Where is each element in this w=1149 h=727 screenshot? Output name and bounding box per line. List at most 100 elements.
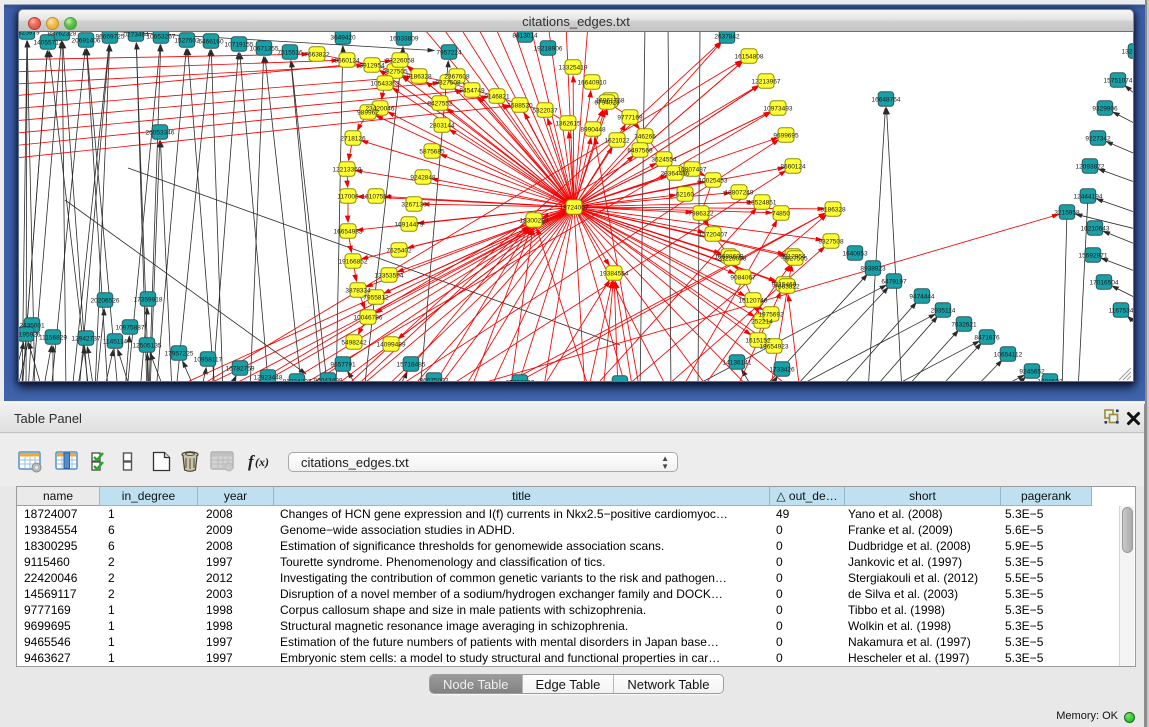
svg-text:16107554: 16107554 (362, 194, 391, 201)
svg-text:10973493: 10973493 (764, 106, 793, 113)
svg-text:3267130: 3267130 (401, 202, 427, 209)
svg-text:3878334: 3878334 (345, 288, 371, 295)
svg-text:746266: 746266 (634, 134, 656, 141)
svg-text:13237964: 13237964 (1122, 49, 1133, 56)
svg-text:9827505: 9827505 (782, 256, 808, 263)
svg-text:16782759: 16782759 (226, 366, 255, 373)
svg-text:19166852: 19166852 (339, 259, 368, 266)
svg-text:(x): (x) (255, 455, 269, 469)
svg-text:9227342: 9227342 (1085, 136, 1111, 143)
svg-text:17016504: 17016504 (1090, 280, 1119, 287)
svg-text:96043498: 96043498 (314, 378, 343, 383)
svg-text:1640953: 1640953 (842, 251, 868, 258)
svg-text:1621022: 1621022 (604, 138, 630, 145)
svg-text:6794028: 6794028 (594, 100, 620, 107)
svg-text:10543362: 10543362 (371, 81, 400, 88)
svg-text:7663822: 7663822 (304, 52, 330, 59)
svg-text:7955812: 7955812 (363, 295, 389, 302)
svg-text:15716485: 15716485 (397, 362, 426, 369)
svg-text:3912954: 3912954 (359, 63, 385, 70)
svg-text:26053346: 26053346 (146, 130, 175, 137)
svg-text:15751074: 15751074 (1104, 78, 1133, 85)
svg-text:8186328: 8186328 (406, 74, 432, 81)
svg-text:5875685: 5875685 (419, 149, 445, 156)
svg-text:23226058: 23226058 (386, 58, 415, 65)
svg-text:12444194: 12444194 (1074, 194, 1103, 201)
svg-text:8471676: 8471676 (974, 335, 1000, 342)
svg-text:9146821: 9146821 (484, 94, 510, 101)
svg-text:3215958: 3215958 (1054, 210, 1080, 217)
svg-text:16640910: 16640910 (578, 80, 607, 87)
svg-text:14136141: 14136141 (723, 360, 752, 367)
svg-text:1733426: 1733426 (769, 367, 795, 374)
svg-text:989962: 989962 (357, 110, 379, 117)
svg-text:0273464: 0273464 (123, 32, 149, 39)
svg-text:6497568: 6497568 (627, 148, 653, 155)
svg-text:10671355: 10671355 (250, 46, 279, 53)
svg-text:1527602: 1527602 (174, 38, 200, 45)
svg-text:13353594: 13353594 (375, 273, 404, 280)
svg-text:74850: 74850 (772, 211, 790, 218)
svg-text:7663822: 7663822 (774, 284, 800, 291)
svg-text:9242848: 9242848 (410, 175, 436, 182)
svg-text:15692971: 15692971 (1079, 253, 1108, 260)
svg-text:17359918: 17359918 (134, 297, 163, 304)
svg-text:252214: 252214 (751, 319, 773, 326)
svg-text:19218906: 19218906 (534, 46, 563, 53)
svg-text:60575667: 60575667 (606, 381, 635, 383)
svg-text:12505135: 12505135 (133, 343, 162, 350)
svg-text:16654983: 16654983 (334, 229, 363, 236)
svg-text:20206526: 20206526 (91, 298, 120, 305)
svg-text:3624554: 3624554 (651, 157, 677, 164)
svg-text:62160: 62160 (676, 192, 694, 199)
svg-text:8990448: 8990448 (580, 127, 606, 134)
svg-text:1167534: 1167534 (1109, 308, 1133, 315)
svg-text:14055712: 14055712 (34, 40, 63, 47)
svg-text:12923448: 12923448 (254, 375, 283, 382)
svg-text:5322037: 5322037 (532, 108, 558, 115)
svg-text:9245652: 9245652 (1019, 369, 1045, 376)
svg-text:5498242: 5498242 (341, 340, 367, 347)
svg-text:16648764: 16648764 (872, 97, 901, 104)
svg-text:7515536: 7515536 (277, 50, 303, 57)
svg-text:14099489: 14099489 (377, 342, 406, 349)
svg-text:10807487: 10807487 (678, 167, 707, 174)
svg-text:3649420: 3649420 (330, 35, 356, 42)
svg-text:2435001: 2435001 (19, 323, 45, 330)
svg-text:10975887: 10975887 (116, 325, 145, 332)
svg-text:12942737: 12942737 (72, 336, 101, 343)
svg-text:12213967: 12213967 (752, 79, 781, 86)
svg-text:1975692: 1975692 (758, 312, 784, 319)
svg-text:2935114: 2935114 (931, 308, 956, 315)
svg-text:12093872: 12093872 (1076, 164, 1105, 171)
svg-text:9657791: 9657791 (330, 362, 356, 369)
svg-text:9825979: 9825979 (19, 32, 40, 37)
svg-text:23226058: 23226058 (718, 256, 747, 263)
svg-text:2367608: 2367608 (444, 74, 470, 81)
svg-text:45195926: 45195926 (19, 332, 41, 339)
svg-text:16033809: 16033809 (390, 36, 419, 43)
svg-text:2637842: 2637842 (714, 34, 740, 41)
svg-text:10958117: 10958117 (194, 357, 223, 364)
svg-text:16120746: 16120746 (739, 298, 768, 305)
svg-text:9327508: 9327508 (435, 80, 461, 87)
svg-text:10654112: 10654112 (994, 352, 1023, 359)
svg-text:18300295: 18300295 (520, 218, 549, 225)
svg-text:9474444: 9474444 (909, 294, 935, 301)
svg-text:9777169: 9777169 (617, 115, 643, 122)
svg-text:16210643: 16210643 (1081, 226, 1110, 233)
svg-text:9827505: 9827505 (382, 69, 408, 76)
svg-text:12213369: 12213369 (333, 167, 362, 174)
svg-text:13325419: 13325419 (559, 65, 588, 72)
svg-text:117006: 117006 (337, 194, 359, 201)
svg-text:7986322: 7986322 (688, 211, 714, 218)
svg-text:11156829: 11156829 (39, 335, 67, 342)
svg-text:2718126: 2718126 (340, 136, 366, 143)
svg-text:19654923: 19654923 (760, 344, 789, 351)
svg-text:10046786: 10046786 (354, 315, 383, 322)
svg-text:8938923: 8938923 (860, 266, 886, 273)
svg-text:1145114: 1145114 (103, 339, 128, 346)
svg-text:1362615: 1362615 (555, 121, 581, 128)
svg-text:2803144: 2803144 (429, 123, 455, 130)
svg-text:8813014: 8813014 (512, 33, 538, 40)
